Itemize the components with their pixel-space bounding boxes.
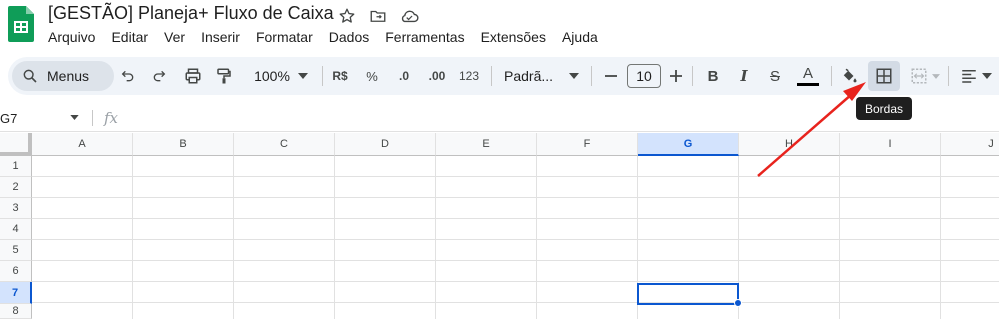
zoom-select[interactable]: 100%	[246, 57, 316, 95]
toolbar-divider	[692, 66, 693, 86]
fill-handle[interactable]	[734, 299, 742, 307]
merge-cells-icon	[911, 68, 927, 84]
undo-button[interactable]	[118, 57, 138, 95]
menu-extensoes[interactable]: Extensões	[473, 27, 554, 49]
move-folder-icon[interactable]	[368, 6, 388, 26]
toolbar: Menus 100% R$ % .0 .00 123 Padrã... 10 B…	[8, 57, 999, 95]
print-icon	[185, 68, 201, 84]
search-icon	[23, 69, 37, 83]
print-button[interactable]	[182, 57, 204, 95]
row-header-5[interactable]: 5	[0, 240, 32, 261]
toolbar-divider	[948, 66, 949, 86]
align-left-icon	[962, 70, 976, 83]
paint-format-icon	[217, 68, 231, 84]
column-header-g[interactable]: G	[638, 133, 739, 156]
increase-decimals-button[interactable]: .00	[424, 57, 450, 95]
column-header-b[interactable]: B	[133, 133, 234, 156]
document-title[interactable]: [GESTÃO] Planeja+ Fluxo de Caixa	[48, 3, 334, 24]
borders-icon	[876, 68, 892, 84]
bold-button[interactable]: B	[702, 57, 724, 95]
plus-icon	[670, 70, 682, 82]
column-header-j[interactable]: J	[941, 133, 999, 156]
row-header-1[interactable]: 1	[0, 156, 32, 177]
column-header-c[interactable]: C	[234, 133, 335, 156]
search-menus-label: Menus	[47, 68, 90, 84]
number-format-button[interactable]: 123	[456, 57, 482, 95]
row-header-3[interactable]: 3	[0, 198, 32, 219]
chevron-down-icon	[982, 73, 992, 79]
paint-bucket-icon	[843, 68, 857, 83]
row-header-8[interactable]: 8	[0, 304, 32, 319]
row-header-6[interactable]: 6	[0, 261, 32, 282]
column-header-i[interactable]: I	[840, 133, 941, 156]
fx-icon: fx	[104, 109, 119, 127]
font-size-decrease-button[interactable]	[601, 57, 621, 95]
paint-format-button[interactable]	[213, 57, 235, 95]
column-header-e[interactable]: E	[436, 133, 537, 156]
horizontal-align-button[interactable]	[956, 57, 996, 95]
row-header-4[interactable]: 4	[0, 219, 32, 240]
menu-formatar[interactable]: Formatar	[248, 27, 321, 49]
column-header-h[interactable]: H	[739, 133, 840, 156]
zoom-value: 100%	[254, 68, 290, 84]
sheets-logo[interactable]	[8, 6, 34, 42]
font-size-input[interactable]: 10	[627, 64, 661, 88]
chevron-down-icon	[297, 73, 308, 79]
font-select[interactable]: Padrã...	[498, 57, 584, 95]
star-icon[interactable]	[337, 6, 357, 26]
menu-inserir[interactable]: Inserir	[193, 27, 248, 49]
currency-button[interactable]: R$	[328, 57, 352, 95]
text-color-label: A	[802, 65, 813, 82]
column-header-a[interactable]: A	[32, 133, 133, 156]
borders-tooltip: Bordas	[856, 97, 912, 120]
redo-button[interactable]	[149, 57, 169, 95]
column-header-f[interactable]: F	[537, 133, 638, 156]
select-all-corner[interactable]	[0, 133, 32, 156]
menu-dados[interactable]: Dados	[321, 27, 377, 49]
text-color-button[interactable]: A	[796, 57, 820, 95]
toolbar-divider	[491, 66, 492, 86]
title-bar: [GESTÃO] Planeja+ Fluxo de Caixa Arquivo…	[0, 0, 999, 56]
redo-icon	[153, 70, 166, 82]
merge-cells-button[interactable]	[906, 57, 944, 95]
cell-area[interactable]	[32, 156, 999, 319]
italic-button[interactable]: I	[733, 57, 755, 95]
decrease-decimals-button[interactable]: .0	[393, 57, 415, 95]
minus-icon	[605, 75, 617, 77]
undo-icon	[121, 70, 134, 82]
increase-decimals-label: .00	[428, 69, 446, 83]
spreadsheet-grid: A B C D E F G H I J 1 2 3 4 5 6 7 8	[0, 133, 999, 319]
menu-ferramentas[interactable]: Ferramentas	[377, 27, 472, 49]
menu-ajuda[interactable]: Ajuda	[554, 27, 606, 49]
toolbar-divider	[322, 66, 323, 86]
formula-bar: G7 fx	[0, 104, 999, 132]
font-name: Padrã...	[504, 68, 554, 84]
row-header-7[interactable]: 7	[0, 282, 32, 304]
chevron-down-icon	[932, 73, 940, 79]
menu-bar: Arquivo Editar Ver Inserir Formatar Dado…	[40, 27, 606, 49]
toolbar-divider	[831, 66, 832, 86]
font-size-increase-button[interactable]	[666, 57, 686, 95]
search-menus-button[interactable]: Menus	[12, 61, 114, 91]
chevron-down-icon[interactable]	[70, 115, 79, 120]
strikethrough-button[interactable]: S	[764, 57, 786, 95]
menu-editar[interactable]: Editar	[103, 27, 156, 49]
chevron-down-icon	[569, 73, 580, 79]
toolbar-divider	[591, 66, 592, 86]
menu-ver[interactable]: Ver	[156, 27, 193, 49]
menu-arquivo[interactable]: Arquivo	[40, 27, 103, 49]
borders-button[interactable]	[868, 61, 900, 91]
formula-divider	[92, 110, 93, 126]
cloud-saved-icon[interactable]	[399, 6, 419, 26]
column-header-d[interactable]: D	[335, 133, 436, 156]
percent-button[interactable]: %	[362, 57, 382, 95]
row-header-2[interactable]: 2	[0, 177, 32, 198]
selected-cell-g7[interactable]	[637, 283, 739, 305]
text-color-swatch	[797, 83, 819, 86]
fill-color-button[interactable]	[838, 57, 860, 95]
decrease-decimals-label: .0	[398, 69, 409, 83]
